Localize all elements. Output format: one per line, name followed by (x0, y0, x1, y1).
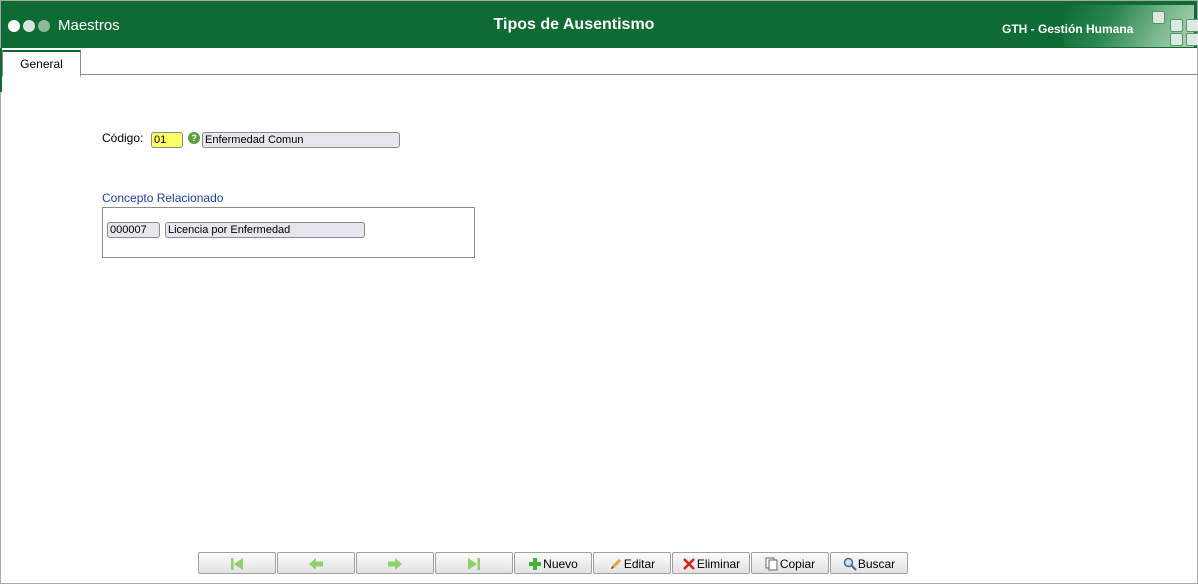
eliminar-button[interactable]: Eliminar (672, 552, 750, 574)
next-record-button[interactable] (356, 552, 434, 574)
descripcion-field[interactable]: Enfermedad Comun (202, 132, 400, 148)
delete-x-icon (682, 557, 695, 570)
last-record-button[interactable] (435, 552, 513, 574)
left-accent-bar (0, 48, 2, 92)
last-record-icon (467, 557, 480, 570)
first-record-button[interactable] (198, 552, 276, 574)
next-record-icon (387, 557, 402, 570)
buscar-label: Buscar (857, 556, 896, 571)
first-record-icon (230, 557, 243, 570)
person-icon (1170, 33, 1183, 46)
plus-icon (529, 557, 542, 570)
copiar-button[interactable]: Copiar (751, 552, 829, 574)
buscar-button[interactable]: Buscar (830, 552, 908, 574)
copiar-label: Copiar (779, 556, 816, 571)
person-icon (1186, 19, 1198, 32)
person-icon (1170, 19, 1183, 32)
nuevo-label: Nuevo (543, 556, 578, 571)
concepto-code-field[interactable]: 000007 (107, 222, 160, 238)
help-icon[interactable]: ? (188, 132, 200, 144)
window-frame (0, 0, 1198, 584)
tab-general[interactable]: General (2, 50, 81, 77)
concepto-relacionado-title: Concepto Relacionado (102, 191, 224, 205)
codigo-input[interactable]: 01 (151, 132, 183, 148)
person-icon (1152, 11, 1165, 24)
person-icon (1186, 33, 1198, 46)
prev-record-icon (308, 557, 323, 570)
codigo-label: Código: (102, 131, 144, 145)
eliminar-label: Eliminar (696, 556, 741, 571)
magnifier-icon (843, 557, 857, 571)
header-bar: Maestros Tipos de Ausentismo GTH - Gesti… (1, 1, 1198, 48)
editar-button[interactable]: Editar (593, 552, 671, 574)
page-title: Tipos de Ausentismo (493, 16, 655, 33)
editar-label: Editar (623, 556, 656, 571)
copy-icon (765, 557, 778, 571)
pencil-icon (610, 558, 621, 569)
concepto-desc-field[interactable]: Licencia por Enfermedad (165, 222, 365, 238)
nuevo-button[interactable]: Nuevo (514, 552, 592, 574)
app-name: GTH - Gestión Humana (1002, 22, 1134, 36)
prev-record-button[interactable] (277, 552, 355, 574)
tab-strip: General (1, 48, 1197, 77)
